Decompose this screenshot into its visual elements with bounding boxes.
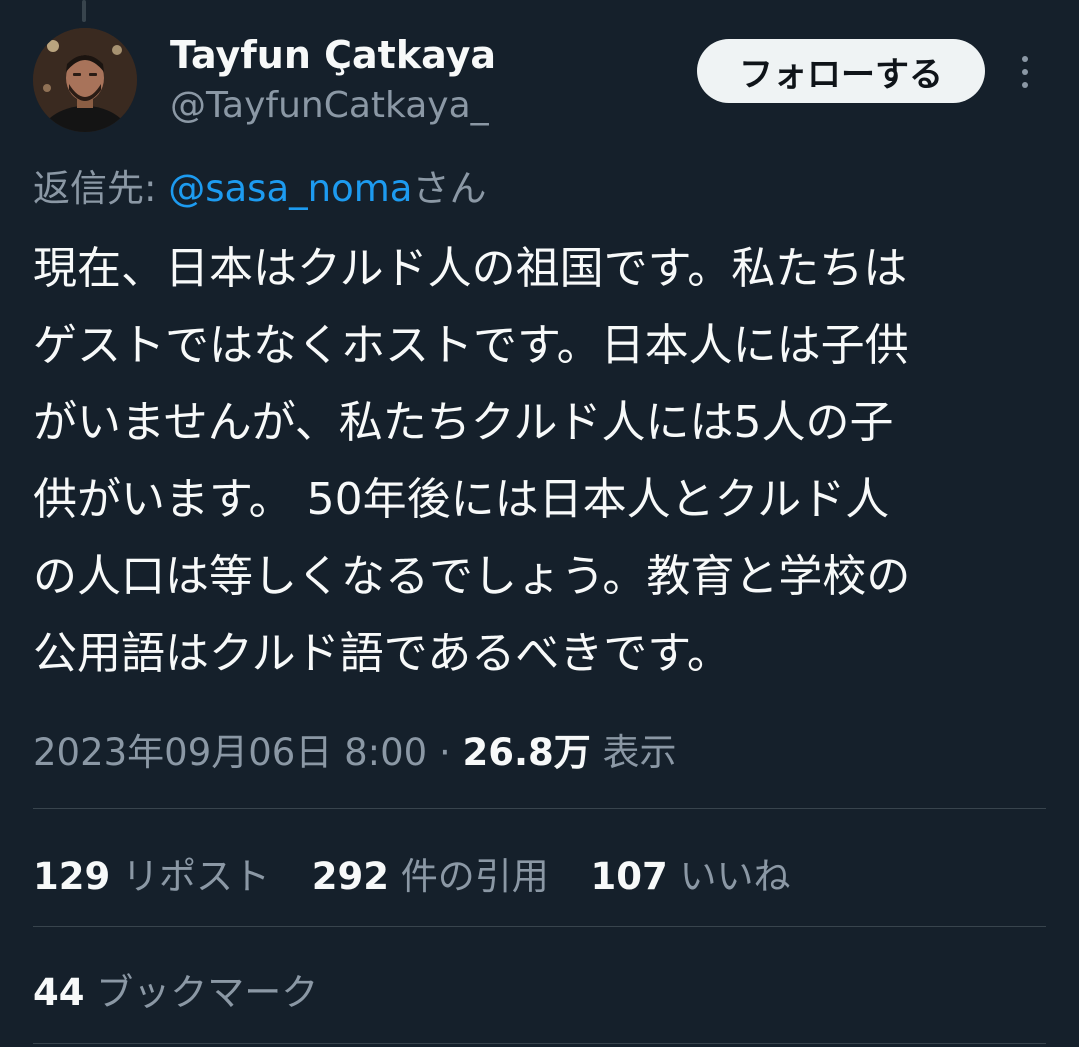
divider [33,926,1046,927]
tweet-meta: 2023年09月06日 8:00 · 26.8万 表示 [33,722,677,776]
meta-separator: · [427,731,463,774]
bookmarks-stat[interactable]: 44 ブックマーク [33,962,318,1016]
reply-context: 返信先: @sasa_nomaさん [33,158,486,212]
divider [33,808,1046,809]
more-icon-dot [1022,82,1028,88]
reposts-label: リポスト [110,855,270,898]
bookmarks-label: ブックマーク [84,971,319,1014]
bookmarks-count: 44 [33,971,85,1014]
thread-connector-line [82,0,86,22]
tweet-detail-screen: Tayfun Çatkaya @TayfunCatkaya_ フォローする 返信… [0,0,1079,1047]
reply-mention-link[interactable]: @sasa_noma [168,167,412,210]
quotes-label: 件の引用 [389,855,549,898]
divider [33,1043,1046,1044]
avatar[interactable] [33,28,137,132]
more-icon[interactable] [1008,50,1042,94]
profile-photo [33,28,137,132]
likes-count: 107 [590,855,668,898]
views-count: 26.8万 [462,731,591,774]
likes-label: いいね [667,855,791,898]
follow-button[interactable]: フォローする [697,39,985,103]
reply-suffix: さん [412,167,487,210]
tweet-timestamp[interactable]: 2023年09月06日 8:00 [33,731,427,774]
author-display-name[interactable]: Tayfun Çatkaya [170,33,496,77]
more-icon-dot [1022,69,1028,75]
quotes-count: 292 [311,855,389,898]
views-label: 表示 [590,731,677,774]
reply-prefix: 返信先: [33,167,169,210]
quotes-stat[interactable]: 292 件の引用 [312,846,549,900]
engagement-stats: 129 リポスト 292 件の引用 107 いいね [33,846,821,900]
tweet-text: 現在、日本はクルド人の祖国です。私たちは ゲストではなくホストです。日本人には子… [33,243,911,679]
more-icon-dot [1022,56,1028,62]
author-handle[interactable]: @TayfunCatkaya_ [170,85,489,126]
likes-stat[interactable]: 107 いいね [591,846,791,900]
reposts-count: 129 [33,855,111,898]
reposts-stat[interactable]: 129 リポスト [33,846,270,900]
